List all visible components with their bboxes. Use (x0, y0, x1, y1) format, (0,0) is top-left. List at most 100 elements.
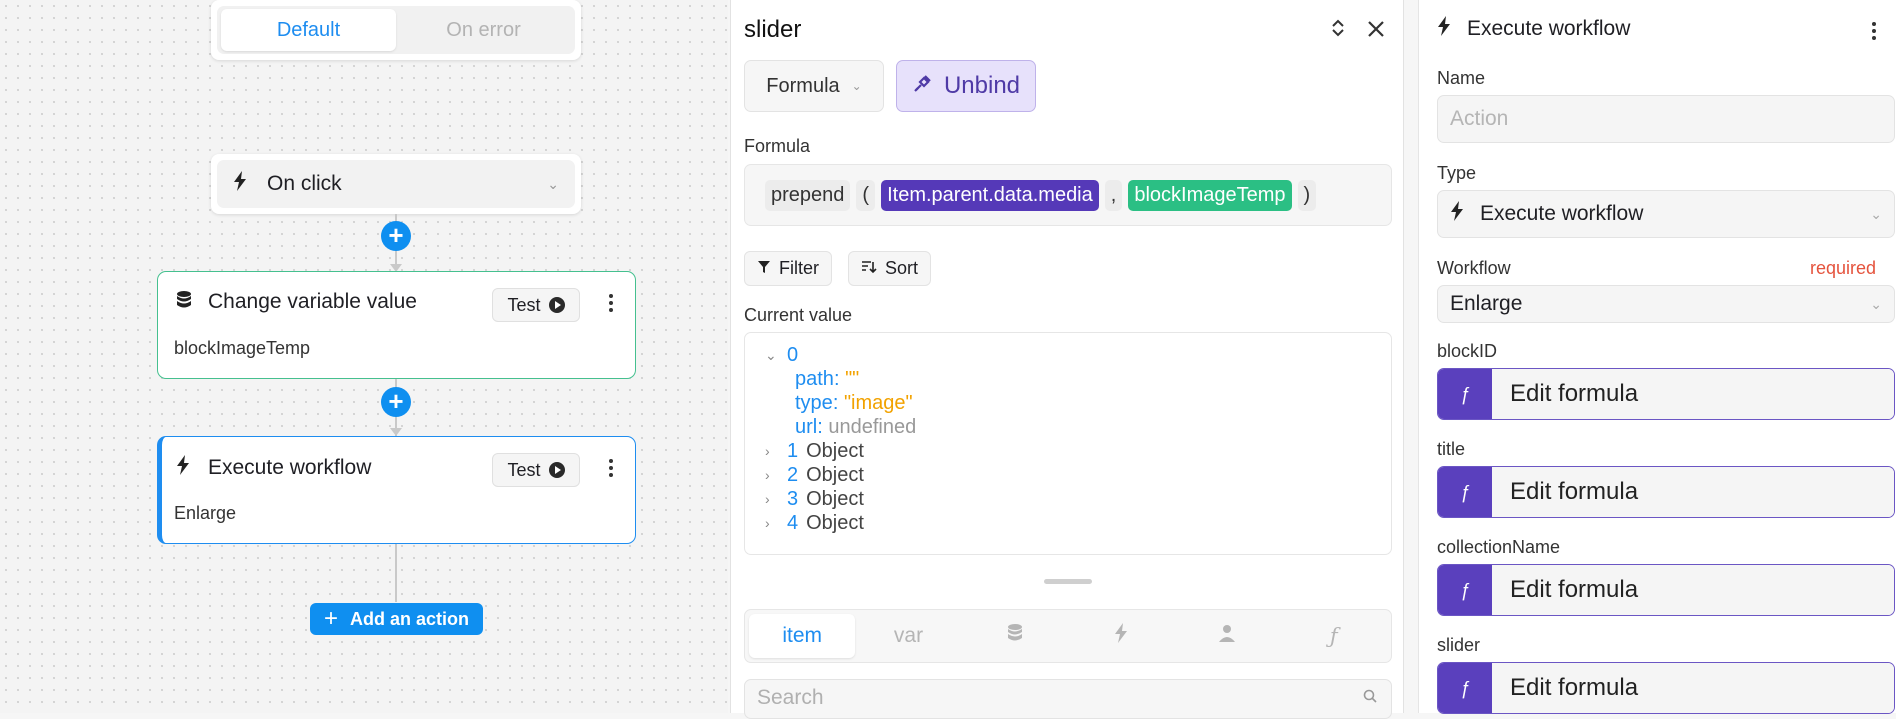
action-card-execute-workflow[interactable]: Execute workflow Test Enlarge (157, 436, 636, 544)
test-button[interactable]: Test (492, 288, 580, 322)
function-icon: ƒ (1329, 624, 1338, 648)
insert-action-button[interactable]: + (381, 387, 411, 417)
formula-paren-token: ( (856, 179, 876, 211)
chevron-down-icon[interactable]: ⌄ (765, 343, 779, 367)
tree-node-collapsed[interactable]: › 1 Object (765, 439, 1371, 463)
plus-icon: + (323, 605, 338, 632)
action-title: Change variable value (208, 290, 417, 313)
properties-panel: Execute workflow Name Action Type Execut… (1418, 0, 1896, 714)
filter-label: Filter (779, 258, 819, 278)
properties-title: Execute workflow (1467, 17, 1631, 40)
more-options-icon[interactable] (1872, 22, 1876, 43)
sort-button[interactable]: Sort (848, 251, 932, 286)
unbind-label: Unbind (943, 72, 1021, 99)
formula-function-token[interactable]: prepend (765, 179, 851, 211)
formula-variable-token[interactable]: blockImageTemp (1128, 179, 1292, 211)
workflow-value: Enlarge (1450, 292, 1523, 315)
connector-arrow (390, 428, 402, 436)
close-icon[interactable] (1367, 18, 1385, 44)
more-options-icon[interactable] (609, 294, 613, 315)
param-label: slider (1437, 635, 1481, 655)
expand-icon[interactable] (1331, 18, 1345, 44)
param-formula-label: Edit formula (1492, 663, 1894, 713)
chevron-right-icon[interactable]: › (765, 487, 779, 511)
tree-node-collapsed[interactable]: › 3 Object (765, 487, 1371, 511)
search-icon (1363, 689, 1377, 708)
bolt-icon (176, 455, 196, 480)
filter-icon (757, 258, 771, 279)
tab-workflows[interactable] (1068, 614, 1174, 658)
tab-item[interactable]: item (749, 614, 856, 658)
tab-default[interactable]: Default (221, 9, 396, 51)
param-formula-button[interactable]: ƒ Edit formula (1437, 662, 1895, 714)
unbind-button[interactable]: Unbind (896, 60, 1036, 112)
insert-action-button[interactable]: + (381, 221, 411, 251)
user-icon (1218, 624, 1236, 648)
tree-node-expanded[interactable]: ⌄ 0 (765, 343, 1371, 367)
tab-user[interactable] (1174, 614, 1280, 658)
unplug-icon (912, 72, 934, 101)
chevron-down-icon: ⌄ (1870, 295, 1882, 312)
chevron-down-icon: ⌄ (851, 79, 862, 93)
param-formula-button[interactable]: ƒ Edit formula (1437, 368, 1895, 420)
tree-type: Object (806, 488, 864, 510)
sort-label: Sort (885, 258, 919, 278)
database-icon (176, 290, 196, 314)
bolt-icon (1114, 623, 1128, 649)
add-action-button[interactable]: + Add an action (310, 603, 483, 635)
action-card-change-variable[interactable]: Change variable value Test blockImageTem… (157, 271, 636, 379)
trigger-card: On click ⌄ (211, 154, 581, 214)
tree-node-collapsed[interactable]: › 2 Object (765, 463, 1371, 487)
more-options-icon[interactable] (609, 459, 613, 480)
tab-formulas[interactable]: ƒ (1281, 614, 1387, 658)
param-formula-button[interactable]: ƒ Edit formula (1437, 466, 1895, 518)
current-value-tree: ⌄ 0 path: "" type: "image" url: undefine… (744, 332, 1392, 555)
tree-property: url: undefined (795, 416, 917, 438)
tree-node-collapsed[interactable]: › 4 Object (765, 511, 1371, 535)
tab-on-error[interactable]: On error (396, 9, 571, 51)
test-button[interactable]: Test (492, 453, 580, 487)
function-icon: ƒ (1438, 467, 1492, 517)
tree-type: Object (806, 512, 864, 534)
mode-label: Formula (766, 74, 840, 97)
play-icon (548, 297, 565, 313)
workflow-select[interactable]: Enlarge ⌄ (1437, 285, 1895, 323)
sort-icon (861, 258, 877, 279)
trigger-select[interactable]: On click ⌄ (217, 160, 575, 208)
param-formula-label: Edit formula (1492, 467, 1894, 517)
chevron-right-icon[interactable]: › (765, 463, 779, 487)
tree-index: 4 (787, 512, 799, 534)
tree-value: "image" (843, 392, 913, 414)
mode-dropdown[interactable]: Formula ⌄ (744, 60, 884, 112)
action-subtitle: Enlarge (174, 503, 237, 523)
tab-var[interactable]: var (855, 614, 961, 658)
action-title: Execute workflow (208, 455, 372, 479)
tree-value: undefined (828, 416, 917, 438)
name-input[interactable]: Action (1437, 95, 1895, 143)
search-input[interactable]: Search (744, 679, 1392, 719)
function-icon: ƒ (1438, 663, 1492, 713)
trigger-label: On click (267, 172, 342, 195)
filter-button[interactable]: Filter (744, 251, 832, 286)
formula-editor[interactable]: prepend ( Item.parent.data.media , block… (744, 164, 1392, 226)
chevron-right-icon[interactable]: › (765, 511, 779, 535)
tree-key: path (795, 368, 834, 390)
search-placeholder: Search (757, 686, 824, 709)
action-subtitle: blockImageTemp (174, 338, 311, 358)
resize-handle[interactable] (1044, 579, 1092, 584)
formula-variable-token[interactable]: Item.parent.data.media (881, 179, 1099, 211)
tab-collections[interactable] (962, 614, 1068, 658)
bolt-icon (1450, 201, 1464, 227)
tree-key: type (795, 392, 833, 414)
tree-property: type: "image" (795, 392, 913, 414)
connector-line (395, 544, 397, 602)
param-formula-button[interactable]: ƒ Edit formula (1437, 564, 1895, 616)
chevron-right-icon[interactable]: › (765, 439, 779, 463)
formula-comma-token: , (1104, 179, 1123, 211)
bolt-icon (1437, 16, 1451, 42)
test-label: Test (507, 459, 541, 480)
play-icon (548, 462, 565, 478)
tree-type: Object (806, 440, 864, 462)
type-select[interactable]: Execute workflow ⌄ (1437, 190, 1895, 238)
bolt-icon (233, 171, 251, 197)
